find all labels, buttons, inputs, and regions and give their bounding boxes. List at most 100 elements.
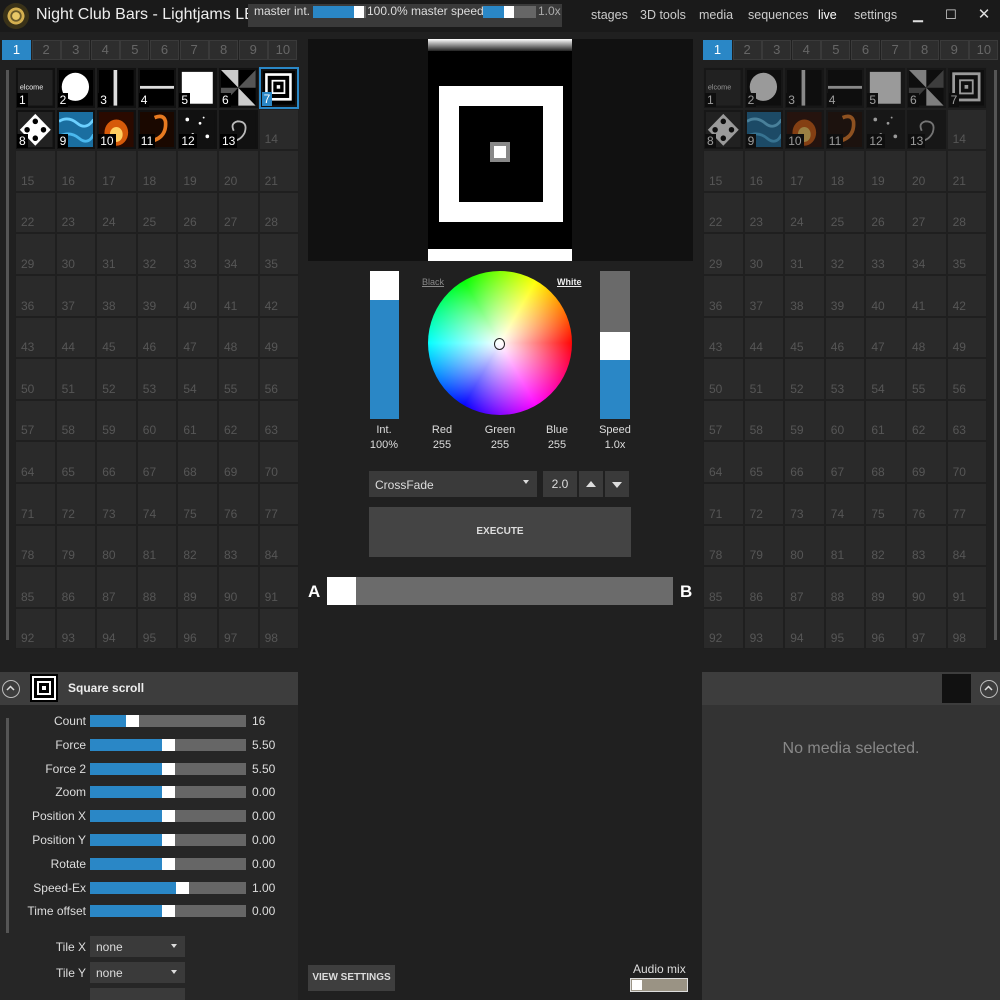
right-effect-slot-1[interactable]: elcome 1 [703,67,744,109]
right-effect-slot-64[interactable]: 64 [703,441,744,483]
param-thumb[interactable] [162,810,175,823]
view-settings-button[interactable]: VIEW SETTINGS [308,965,395,991]
left-effect-slot-36[interactable]: 36 [15,274,56,317]
left-effect-slot-92[interactable]: 92 [15,607,56,650]
page-tab-6[interactable]: 6 [149,40,179,60]
right-effect-slot-63[interactable]: 63 [946,399,988,442]
left-effect-slot-19[interactable]: 19 [177,150,218,192]
right-effect-slot-10[interactable]: 10 [784,108,825,151]
right-effect-slot-54[interactable]: 54 [865,358,906,400]
right-effect-slot-86[interactable]: 86 [743,566,785,608]
page-tab-2[interactable]: 2 [31,40,61,60]
left-effect-slot-91[interactable]: 91 [258,566,300,608]
left-effect-slot-40[interactable]: 40 [177,274,218,317]
left-effect-slot-39[interactable]: 39 [136,274,178,317]
left-effect-slot-84[interactable]: 84 [258,524,300,567]
page-tab-9[interactable]: 9 [238,40,268,60]
master-int-slider[interactable] [313,6,366,18]
right-effect-slot-75[interactable]: 75 [865,482,906,525]
right-effect-slot-98[interactable]: 98 [946,607,988,650]
left-effect-slot-90[interactable]: 90 [217,566,259,608]
right-effect-slot-85[interactable]: 85 [703,566,744,608]
right-effect-slot-21[interactable]: 21 [946,150,988,192]
right-effect-slot-58[interactable]: 58 [743,399,785,442]
left-effect-slot-42[interactable]: 42 [258,274,300,317]
left-effect-slot-79[interactable]: 79 [55,524,97,567]
left-effect-slot-88[interactable]: 88 [136,566,178,608]
left-effect-slot-34[interactable]: 34 [217,233,259,275]
page-tab-3[interactable]: 3 [762,40,792,60]
left-effect-slot-17[interactable]: 17 [96,150,137,192]
right-effect-slot-68[interactable]: 68 [865,441,906,483]
color-picker-handle[interactable] [494,338,505,350]
minimize-icon[interactable]: ▁ [910,7,926,23]
left-effect-slot-27[interactable]: 27 [217,191,259,234]
left-effect-slot-48[interactable]: 48 [217,316,259,359]
left-effect-slot-69[interactable]: 69 [217,441,259,483]
time-down-button[interactable] [605,471,629,497]
left-effect-slot-30[interactable]: 30 [55,233,97,275]
left-effect-slot-53[interactable]: 53 [136,358,178,400]
media-color-swatch[interactable] [942,674,971,703]
right-effect-slot-84[interactable]: 84 [946,524,988,567]
speed-thumb[interactable] [600,332,630,360]
param-thumb[interactable] [126,715,139,727]
right-effect-slot-97[interactable]: 97 [905,607,947,650]
left-effect-slot-13[interactable]: 13 [217,108,259,151]
left-effect-slot-43[interactable]: 43 [15,316,56,359]
param-thumb[interactable] [162,905,175,918]
menu-stages[interactable]: stages [591,8,628,22]
left-effect-slot-67[interactable]: 67 [136,441,178,483]
left-effect-slot-50[interactable]: 50 [15,358,56,400]
right-effect-slot-24[interactable]: 24 [784,191,825,234]
param-slider[interactable] [90,715,246,727]
left-effect-slot-11[interactable]: 11 [136,108,178,151]
left-effect-slot-71[interactable]: 71 [15,482,56,525]
left-effect-slot-15[interactable]: 15 [15,150,56,192]
right-effect-slot-37[interactable]: 37 [743,274,785,317]
left-effect-slot-75[interactable]: 75 [177,482,218,525]
page-tab-7[interactable]: 7 [880,40,910,60]
left-effect-slot-96[interactable]: 96 [177,607,218,650]
left-effect-slot-2[interactable]: 2 [55,67,97,109]
right-effect-slot-62[interactable]: 62 [905,399,947,442]
left-effect-slot-76[interactable]: 76 [217,482,259,525]
right-effect-slot-4[interactable]: 4 [824,67,866,109]
left-effect-slot-23[interactable]: 23 [55,191,97,234]
left-effect-slot-21[interactable]: 21 [258,150,300,192]
left-effect-slot-26[interactable]: 26 [177,191,218,234]
right-effect-slot-25[interactable]: 25 [824,191,866,234]
menu-live[interactable]: live [818,8,837,22]
crossfader-slider[interactable] [327,577,673,605]
right-effect-slot-82[interactable]: 82 [865,524,906,567]
execute-button[interactable]: EXECUTE [369,507,631,557]
right-effect-slot-55[interactable]: 55 [905,358,947,400]
left-effect-slot-83[interactable]: 83 [217,524,259,567]
master-speed-slider[interactable] [483,6,536,18]
right-effect-slot-15[interactable]: 15 [703,150,744,192]
left-effect-slot-25[interactable]: 25 [136,191,178,234]
left-effect-slot-14[interactable]: 14 [258,108,300,151]
right-effect-slot-32[interactable]: 32 [824,233,866,275]
right-effect-slot-56[interactable]: 56 [946,358,988,400]
master-int-thumb[interactable] [354,6,364,18]
left-grid-scrollbar[interactable] [6,70,9,640]
left-effect-slot-29[interactable]: 29 [15,233,56,275]
right-effect-slot-59[interactable]: 59 [784,399,825,442]
left-effect-slot-72[interactable]: 72 [55,482,97,525]
param-slider[interactable] [90,905,246,918]
tile-x-select[interactable]: none [90,936,185,957]
left-effect-slot-1[interactable]: elcome 1 [15,67,56,109]
page-tab-5[interactable]: 5 [120,40,150,60]
right-effect-slot-45[interactable]: 45 [784,316,825,359]
right-effect-slot-48[interactable]: 48 [905,316,947,359]
left-effect-slot-54[interactable]: 54 [177,358,218,400]
left-effect-slot-38[interactable]: 38 [96,274,137,317]
right-effect-slot-95[interactable]: 95 [824,607,866,650]
right-effect-slot-49[interactable]: 49 [946,316,988,359]
right-effect-slot-74[interactable]: 74 [824,482,866,525]
right-effect-slot-13[interactable]: 13 [905,108,947,151]
left-effect-slot-62[interactable]: 62 [217,399,259,442]
right-effect-slot-94[interactable]: 94 [784,607,825,650]
right-effect-slot-51[interactable]: 51 [743,358,785,400]
